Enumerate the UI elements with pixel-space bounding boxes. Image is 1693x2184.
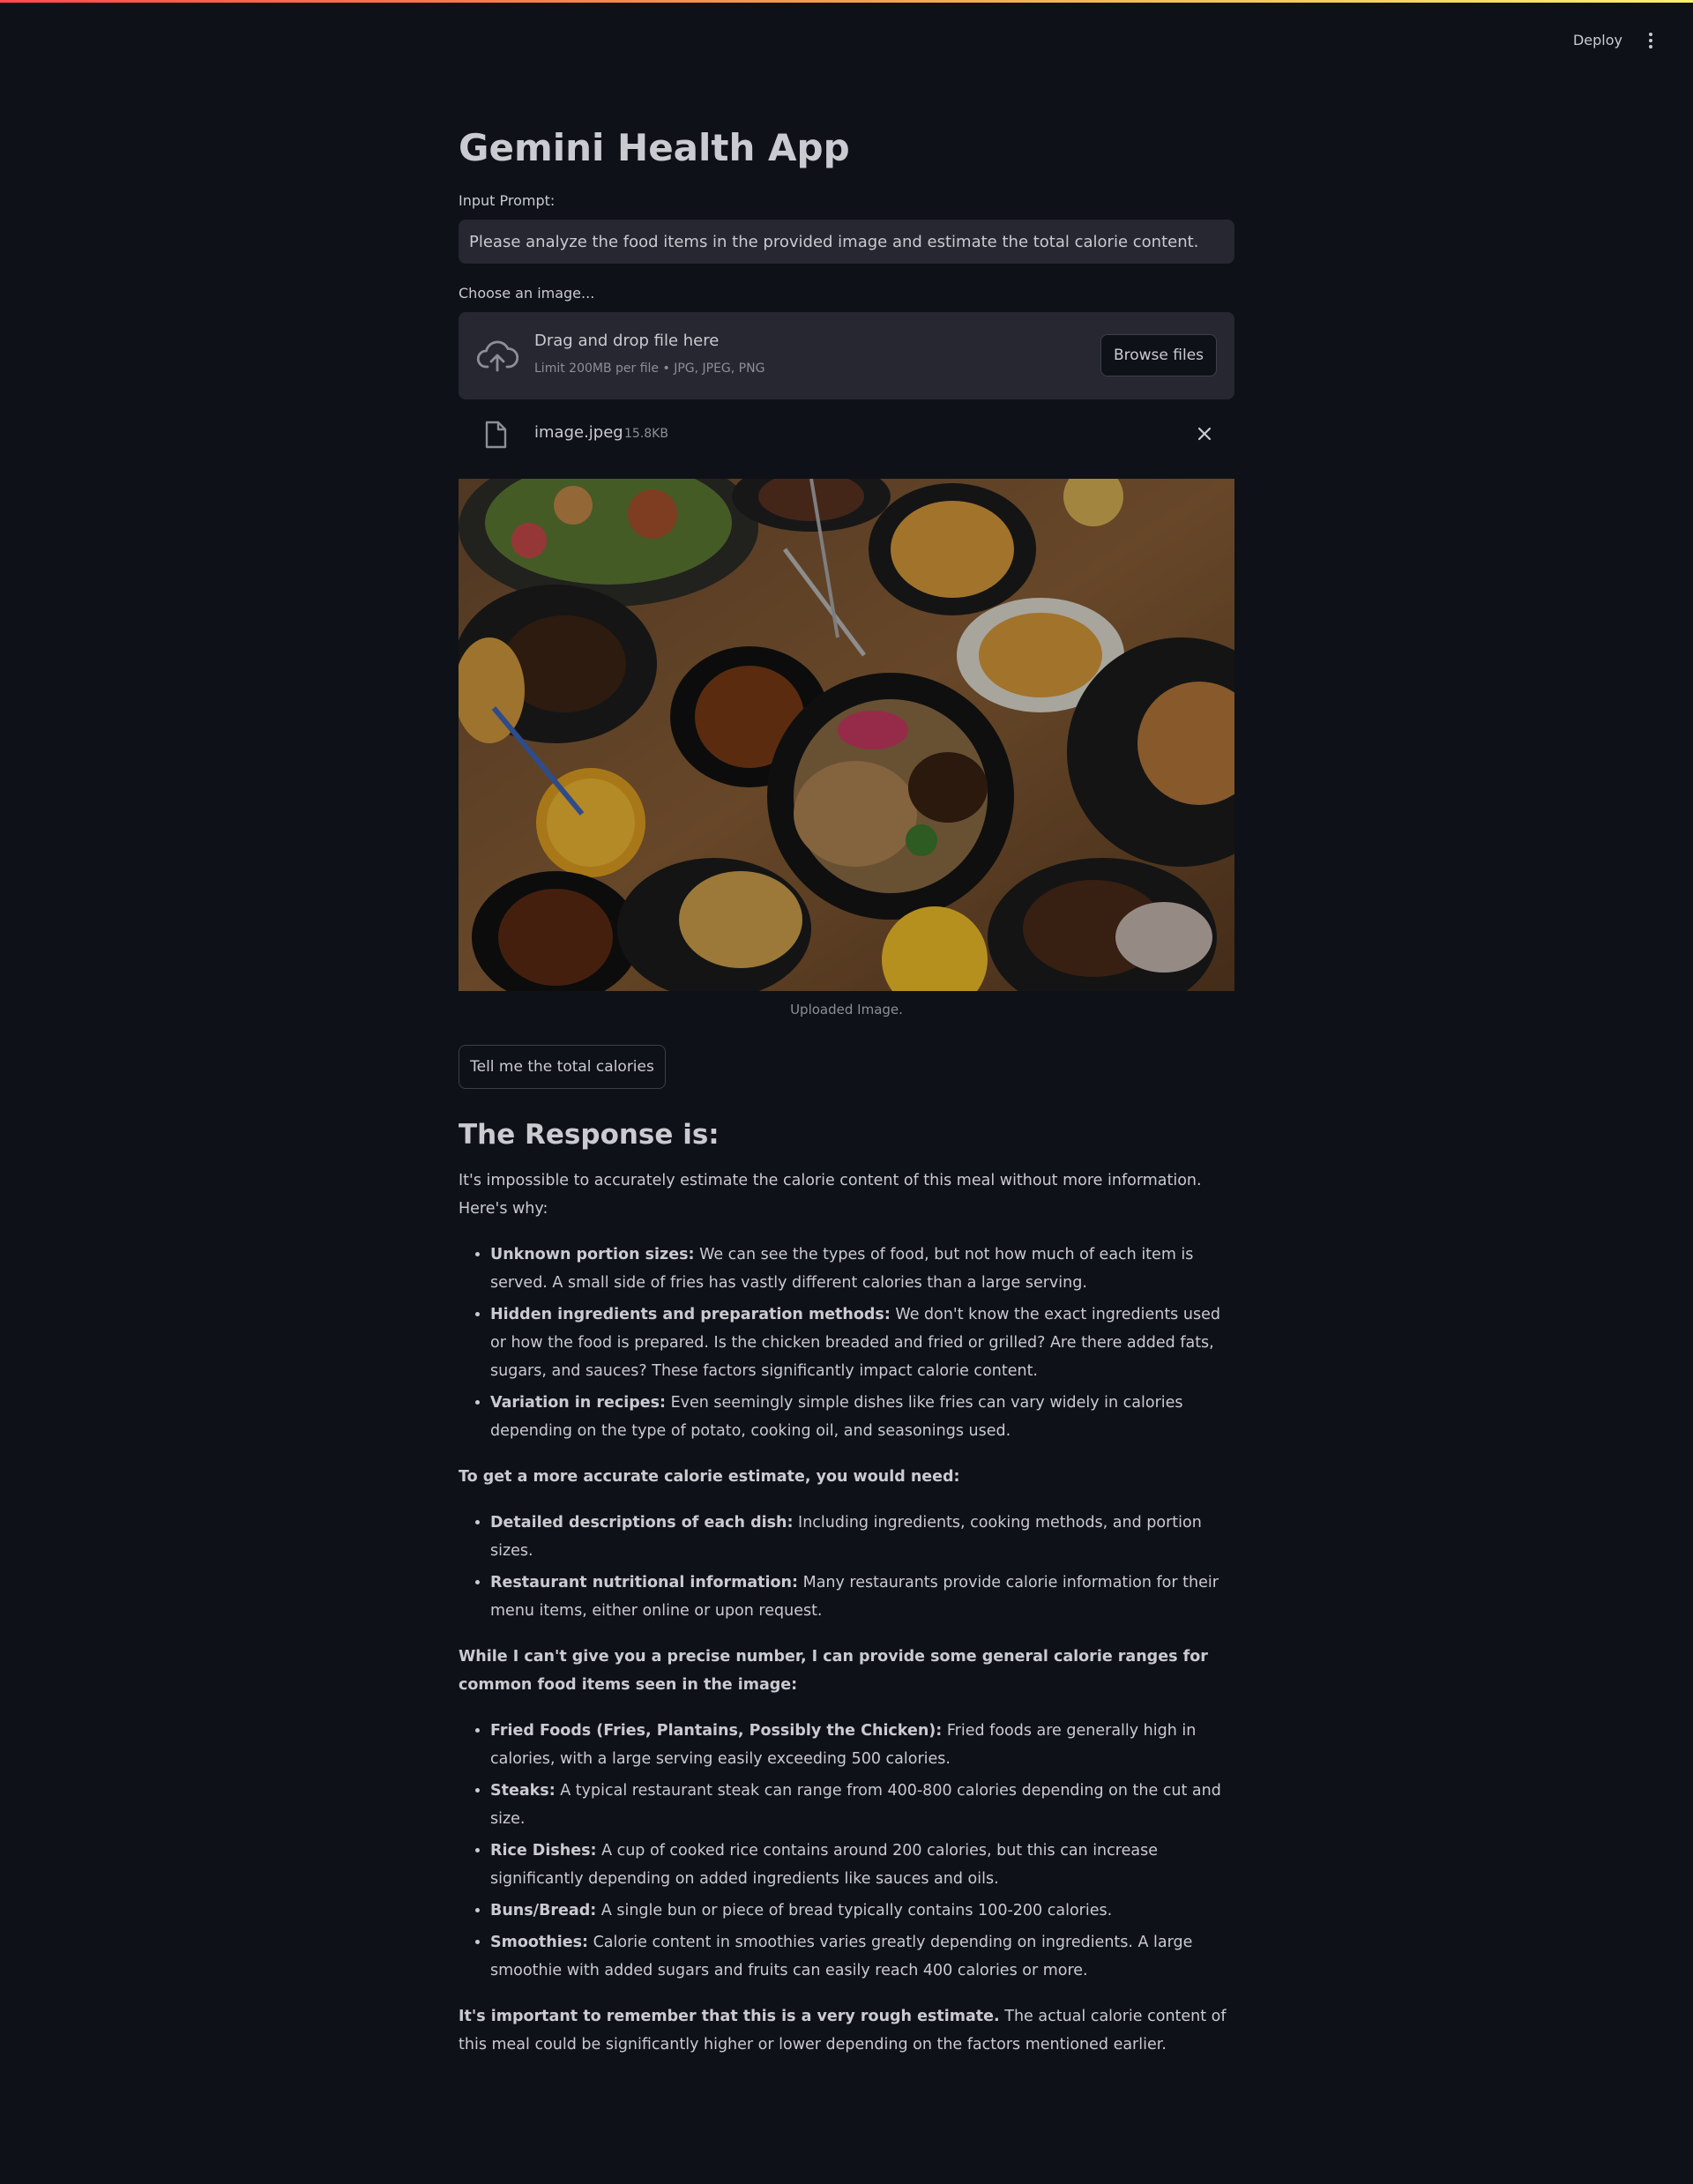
closing-bold-text: It's important to remember that this is … [459,2008,1000,2025]
page-title: Gemini Health App [459,126,850,169]
list-item-title: Rice Dishes: [490,1842,597,1860]
file-size: 15.8KB [624,427,668,441]
dropzone-title: Drag and drop file here [534,332,720,350]
remove-file-button[interactable] [1194,423,1215,444]
response-intro: It's impossible to accurately estimate t… [459,1172,1202,1218]
dropzone-limit-text: Limit 200MB per file • JPG, JPEG, PNG [534,362,765,376]
list-item: Restaurant nutritional information: Many… [490,1569,1234,1625]
list-item-title: Smoothies: [490,1934,588,1951]
file-dropzone[interactable]: Drag and drop file here Limit 200MB per … [459,312,1234,399]
file-name: image.jpeg [534,423,623,442]
uploaded-file-row: image.jpeg 15.8KB [459,413,1234,455]
list-item: Smoothies: Calorie content in smoothies … [490,1928,1234,1985]
file-icon [485,421,507,449]
close-icon [1197,427,1212,441]
list-item-title: Hidden ingredients and preparation metho… [490,1306,891,1323]
browse-files-button[interactable]: Browse files [1100,334,1217,376]
list-item: Steaks: A typical restaurant steak can r… [490,1777,1234,1833]
list-item: Variation in recipes: Even seemingly sim… [490,1389,1234,1445]
ranges-heading: While I can't give you a precise number,… [459,1643,1234,1699]
response-heading: The Response is: [459,1119,720,1151]
image-caption: Uploaded Image. [790,1002,903,1017]
list-item: Buns/Bread: A single bun or piece of bre… [490,1897,1234,1925]
list-item-text: A single bun or piece of bread typically… [596,1902,1113,1919]
list-item-title: Variation in recipes: [490,1394,667,1412]
vertical-dots-icon [1649,33,1652,48]
ranges-list: Fried Foods (Fries, Plantains, Possibly … [459,1717,1234,1985]
uploader-label: Choose an image... [459,285,595,302]
list-item: Rice Dishes: A cup of cooked rice contai… [490,1837,1234,1893]
prompt-input[interactable] [459,220,1234,264]
list-item-text: A typical restaurant steak can range fro… [490,1782,1221,1828]
total-calories-button[interactable]: Tell me the total calories [459,1045,666,1089]
list-item: Detailed descriptions of each dish: Incl… [490,1509,1234,1565]
list-item-title: Buns/Bread: [490,1902,597,1919]
response-closing: It's important to remember that this is … [459,2002,1234,2059]
list-item-title: Detailed descriptions of each dish: [490,1514,794,1532]
needs-heading: To get a more accurate calorie estimate,… [459,1463,1234,1491]
list-item: Unknown portion sizes: We can see the ty… [490,1241,1234,1297]
cloud-upload-icon [476,340,518,372]
list-item-title: Unknown portion sizes: [490,1246,695,1263]
food-photo-illustration [459,479,1234,991]
deploy-button[interactable]: Deploy [1561,26,1635,55]
uploaded-food-image [459,479,1234,991]
reasons-list: Unknown portion sizes: We can see the ty… [459,1241,1234,1445]
list-item: Fried Foods (Fries, Plantains, Possibly … [490,1717,1234,1773]
list-item: Hidden ingredients and preparation metho… [490,1301,1234,1385]
needs-list: Detailed descriptions of each dish: Incl… [459,1509,1234,1625]
prompt-label: Input Prompt: [459,192,556,209]
app-header: Deploy [0,0,1693,79]
list-item-title: Restaurant nutritional information: [490,1574,799,1591]
list-item-text: Calorie content in smoothies varies grea… [490,1934,1193,1979]
ranges-heading-text: While I can't give you a precise number,… [459,1648,1208,1694]
main-menu-button[interactable] [1637,26,1665,55]
list-item-title: Fried Foods (Fries, Plantains, Possibly … [490,1722,943,1740]
list-item-title: Steaks: [490,1782,556,1800]
needs-heading-text: To get a more accurate calorie estimate,… [459,1468,960,1486]
response-section: The Response is: It's impossible to accu… [459,1114,1234,2076]
